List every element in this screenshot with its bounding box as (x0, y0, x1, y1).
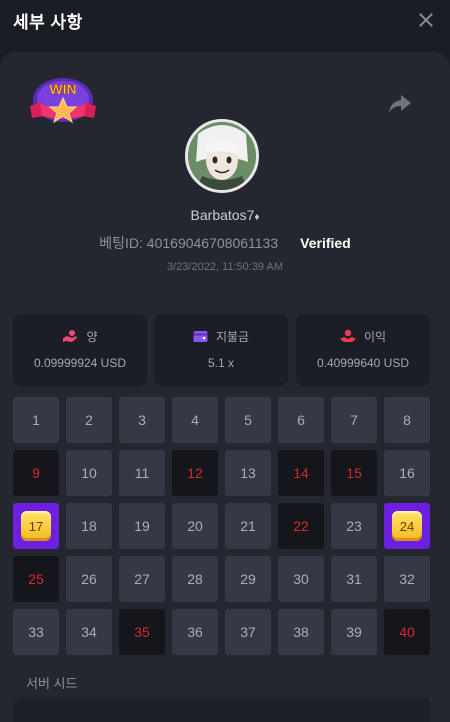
username: Barbatos7♦ (0, 207, 450, 223)
stat-value-amount: 0.09999924 USD (33, 356, 127, 370)
keno-cell: 18 (66, 503, 112, 549)
keno-cell: 11 (119, 450, 165, 496)
close-icon[interactable] (416, 10, 436, 30)
gem-icon: 17 (21, 511, 51, 541)
keno-cell: 30 (278, 556, 324, 602)
avatar (185, 119, 259, 193)
modal-header: 세부 사항 (0, 0, 450, 40)
keno-cell: 7 (331, 397, 377, 443)
keno-cell-picked: 22 (278, 503, 324, 549)
keno-cell-picked: 35 (119, 609, 165, 655)
keno-cell: 13 (225, 450, 271, 496)
keno-cell-picked: 14 (278, 450, 324, 496)
gem-icon: 24 (392, 511, 422, 541)
keno-cell-picked: 12 (172, 450, 218, 496)
keno-cell: 3 (119, 397, 165, 443)
keno-cell: 8 (384, 397, 430, 443)
keno-cell: 39 (331, 609, 377, 655)
stat-card-amount: 양 0.09999924 USD (13, 314, 147, 386)
keno-cell-hit: 17 (13, 503, 59, 549)
win-badge-text: WIN (49, 81, 76, 97)
modal-title: 세부 사항 (13, 12, 83, 32)
keno-cell-picked: 15 (331, 450, 377, 496)
stat-card-payout: 지불금 5.1 x (154, 314, 288, 386)
keno-cell: 23 (331, 503, 377, 549)
stat-label-amount: 양 (86, 329, 98, 344)
stat-card-profit: 이익 0.40999640 USD (296, 314, 430, 386)
keno-cell: 10 (66, 450, 112, 496)
keno-cell: 4 (172, 397, 218, 443)
server-seed-label: 서버 시드 (26, 676, 78, 691)
keno-cell: 6 (278, 397, 324, 443)
keno-cell: 33 (13, 609, 59, 655)
stat-value-profit: 0.40999640 USD (316, 356, 410, 370)
keno-cell: 32 (384, 556, 430, 602)
keno-cell: 5 (225, 397, 271, 443)
keno-cell: 2 (66, 397, 112, 443)
bet-info: 베팅ID: 40169046708061133 Verified (0, 233, 450, 253)
keno-cell: 28 (172, 556, 218, 602)
keno-cell: 26 (66, 556, 112, 602)
server-seed-field[interactable] (13, 697, 431, 722)
verified-badge: Verified (300, 235, 351, 251)
wallet-icon (193, 330, 208, 342)
keno-cell: 36 (172, 609, 218, 655)
stat-label-payout: 지불금 (215, 329, 250, 344)
profit-hand-icon (339, 329, 356, 342)
stat-label-profit: 이익 (363, 329, 387, 344)
keno-cell: 19 (119, 503, 165, 549)
keno-cell: 37 (225, 609, 271, 655)
bet-timestamp: 3/23/2022, 11:50:39 AM (167, 261, 283, 273)
keno-cell: 20 (172, 503, 218, 549)
username-mark: ♦ (254, 212, 260, 223)
coin-hand-icon (63, 330, 78, 342)
keno-cell-hit: 24 (384, 503, 430, 549)
stat-value-payout: 5.1 x (207, 356, 234, 370)
keno-cell: 1 (13, 397, 59, 443)
keno-cell: 38 (278, 609, 324, 655)
keno-cell-picked: 25 (13, 556, 59, 602)
keno-cell: 29 (225, 556, 271, 602)
keno-cell: 34 (66, 609, 112, 655)
share-icon[interactable] (388, 93, 412, 115)
keno-cell: 27 (119, 556, 165, 602)
keno-cell: 16 (384, 450, 430, 496)
keno-cell-picked: 40 (384, 609, 430, 655)
keno-cell: 31 (331, 556, 377, 602)
bet-id: 베팅ID: 40169046708061133 (99, 235, 279, 251)
keno-cell-picked: 9 (13, 450, 59, 496)
keno-grid: 1 2 3 4 5 6 7 8 9 10 11 12 13 14 15 16 17 18 19 20 21 22 23 24 2… (13, 397, 433, 655)
win-badge-icon: WIN (30, 78, 96, 124)
username-text: Barbatos7 (190, 207, 255, 223)
keno-cell: 21 (225, 503, 271, 549)
